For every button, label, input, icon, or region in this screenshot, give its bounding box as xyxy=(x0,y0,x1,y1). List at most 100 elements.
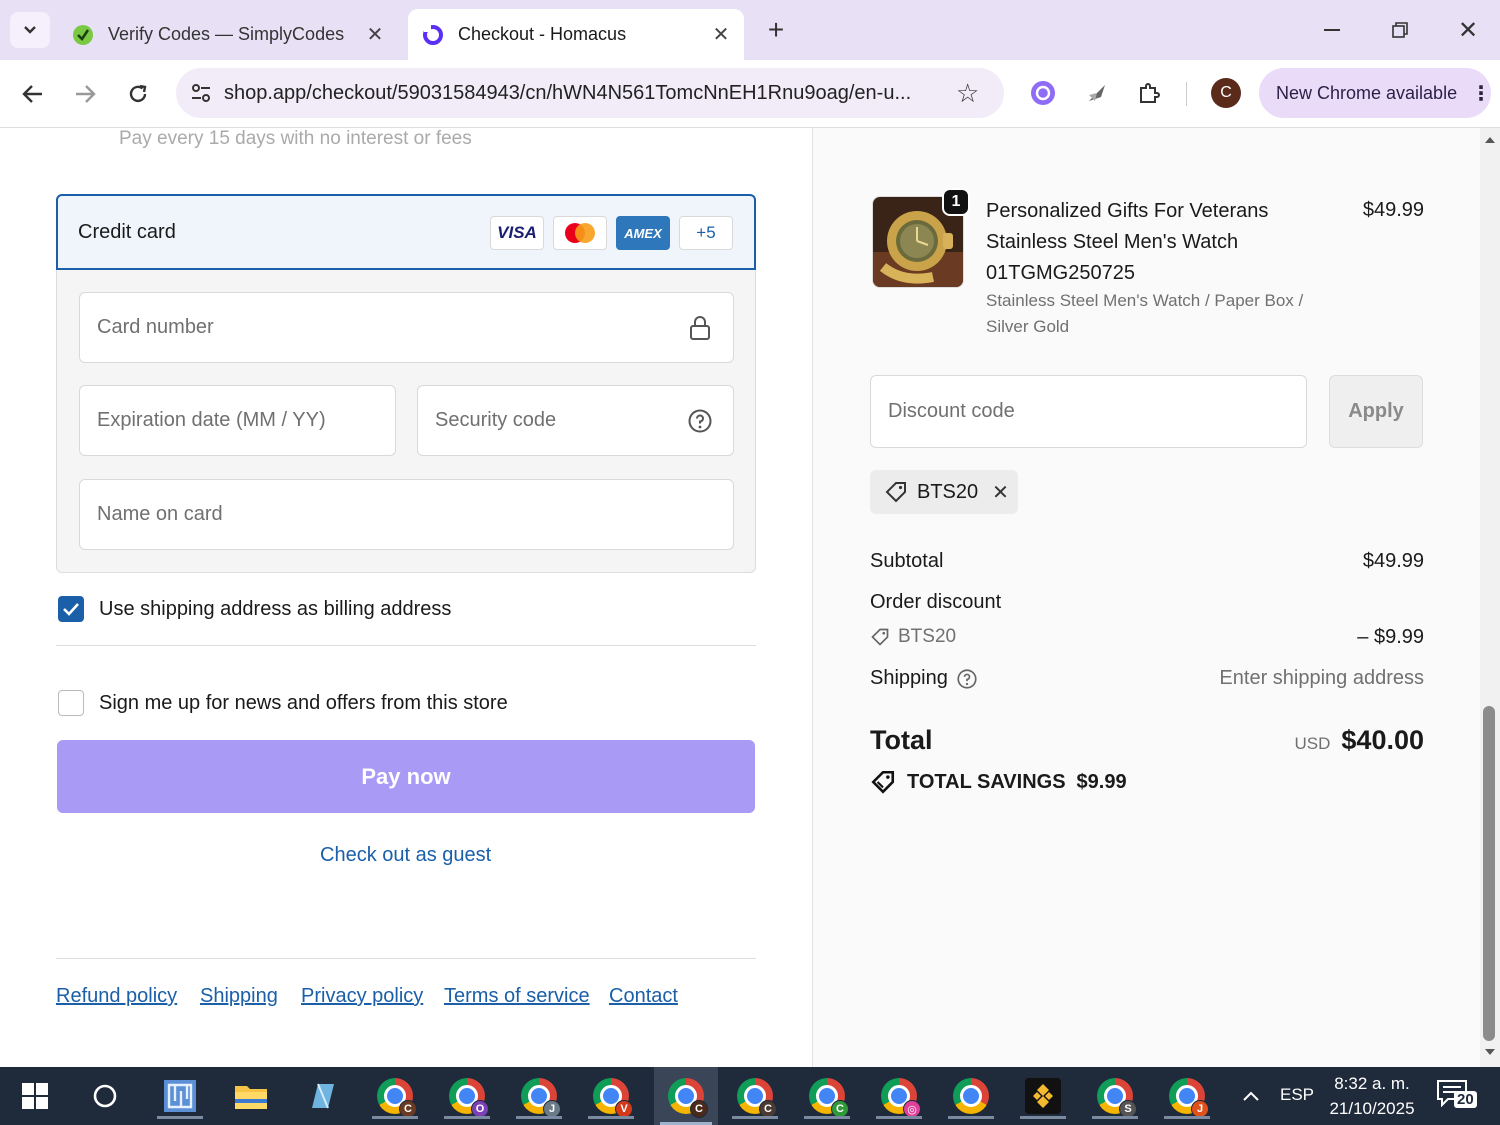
shipping-link[interactable]: Shipping xyxy=(200,985,278,1008)
discount-value: – $9.99 xyxy=(1357,626,1424,648)
clock[interactable]: 8:32 a. m. 21/10/2025 xyxy=(1322,1071,1422,1121)
guest-checkout-link[interactable]: Check out as guest xyxy=(320,844,491,867)
contact-link[interactable]: Contact xyxy=(609,985,678,1008)
tab-strip: Verify Codes — SimplyCodes ✕ Checkout - … xyxy=(0,0,1500,60)
taskbar-app[interactable] xyxy=(293,1073,351,1119)
tray-overflow-icon[interactable] xyxy=(1238,1083,1264,1109)
credit-card-option[interactable]: Credit card VISA AMEX +5 xyxy=(56,194,756,270)
profile-avatar[interactable]: C xyxy=(1211,78,1241,108)
notifications-button[interactable]: 20 xyxy=(1436,1079,1478,1115)
extension-feather-icon xyxy=(1089,85,1105,101)
privacy-policy-link[interactable]: Privacy policy xyxy=(301,985,423,1008)
extensions-menu-button[interactable] xyxy=(1132,76,1166,110)
minimize-button[interactable] xyxy=(1310,14,1354,46)
expiration-field[interactable]: Expiration date (MM / YY) xyxy=(79,385,396,456)
forward-button[interactable] xyxy=(65,74,105,114)
extension-button[interactable] xyxy=(1026,76,1060,110)
folder-icon xyxy=(235,1086,267,1109)
scrollbar-thumb[interactable] xyxy=(1483,706,1495,1041)
help-circle-icon[interactable] xyxy=(957,668,977,689)
card-number-field[interactable]: Card number xyxy=(79,292,734,363)
page-content: Pay every 15 days with no interest or fe… xyxy=(0,128,1500,1067)
restore-icon xyxy=(1392,22,1408,38)
security-code-placeholder: Security code xyxy=(435,409,557,431)
chrome-profile-c3[interactable]: C xyxy=(798,1073,856,1119)
discount-code-input[interactable]: Discount code xyxy=(870,375,1307,448)
bookmark-star-icon[interactable]: ☆ xyxy=(956,78,979,109)
chrome-icon: J xyxy=(521,1078,561,1118)
notification-count: 20 xyxy=(1454,1091,1477,1108)
taskbar-app[interactable] xyxy=(151,1073,209,1119)
chrome-profile-c-active[interactable]: C xyxy=(654,1067,718,1125)
applied-code: BTS20 xyxy=(917,480,979,503)
security-code-field[interactable]: Security code xyxy=(417,385,734,456)
restore-button[interactable] xyxy=(1378,14,1422,46)
chrome-profile-s[interactable]: S xyxy=(1086,1073,1144,1119)
chrome-profile-v[interactable]: V xyxy=(582,1073,640,1119)
running-indicator xyxy=(588,1116,634,1119)
address-bar[interactable]: shop.app/checkout/59031584943/cn/hWN4N56… xyxy=(176,68,1004,118)
url-text[interactable]: shop.app/checkout/59031584943/cn/hWN4N56… xyxy=(224,82,936,105)
chrome-profile-c2[interactable]: C xyxy=(726,1073,784,1119)
reload-button[interactable] xyxy=(118,74,158,114)
chrome-default[interactable] xyxy=(942,1073,1000,1119)
apply-button[interactable]: Apply xyxy=(1329,375,1423,448)
divider xyxy=(56,645,756,646)
tab-simplycodes[interactable]: Verify Codes — SimplyCodes ✕ xyxy=(58,9,398,60)
chrome-icon: C xyxy=(668,1078,708,1118)
close-icon[interactable]: ✕ xyxy=(362,22,388,47)
tab-search-button[interactable] xyxy=(10,12,50,48)
billing-same-checkbox[interactable] xyxy=(58,596,84,622)
help-circle-icon[interactable] xyxy=(688,409,712,433)
product-name: Personalized Gifts For Veterans Stainles… xyxy=(986,196,1268,289)
terms-of-service-link[interactable]: Terms of service xyxy=(444,985,590,1008)
site-info-icon[interactable] xyxy=(190,82,212,104)
chrome-profile-pink[interactable]: ◎ xyxy=(870,1073,928,1119)
scroll-up-icon[interactable] xyxy=(1484,136,1496,144)
simplycodes-icon xyxy=(72,24,94,46)
back-button[interactable] xyxy=(13,74,53,114)
product-variant: Stainless Steel Men's Watch / Paper Box … xyxy=(986,288,1303,340)
pay-now-button[interactable]: Pay now xyxy=(57,740,755,813)
newsletter-checkbox[interactable] xyxy=(58,690,84,716)
footer-divider xyxy=(56,958,756,959)
search-button[interactable] xyxy=(76,1073,134,1119)
window-close-button[interactable]: ✕ xyxy=(1446,14,1490,46)
reload-icon xyxy=(129,84,147,103)
chrome-profile-o[interactable]: O xyxy=(438,1073,496,1119)
new-tab-button[interactable]: + xyxy=(760,14,792,46)
shop-icon xyxy=(422,23,444,46)
refund-policy-link[interactable]: Refund policy xyxy=(56,985,177,1008)
binance-app[interactable] xyxy=(1014,1073,1072,1119)
extension-button[interactable] xyxy=(1080,76,1114,110)
clock-date: 21/10/2025 xyxy=(1329,1099,1415,1118)
more-vert-icon: ⋮ xyxy=(1471,82,1492,105)
discount-code-label: BTS20 xyxy=(898,626,957,647)
subtotal-value: $49.99 xyxy=(1362,550,1424,572)
start-button[interactable] xyxy=(6,1073,64,1119)
close-icon[interactable]: ✕ xyxy=(708,22,734,47)
chrome-profile-j[interactable]: J xyxy=(510,1073,568,1119)
input-language[interactable]: ESP xyxy=(1280,1085,1314,1105)
amex-logo: AMEX xyxy=(616,216,670,250)
tag-icon xyxy=(871,770,895,794)
new-chrome-button[interactable]: New Chrome available ⋮ xyxy=(1259,68,1491,118)
chrome-profile-j2[interactable]: J xyxy=(1158,1073,1216,1119)
quantity-badge: 1 xyxy=(942,188,970,216)
scroll-down-icon[interactable] xyxy=(1484,1048,1496,1056)
remove-discount-icon[interactable]: ✕ xyxy=(992,480,1009,505)
chrome-icon: ◎ xyxy=(881,1078,921,1118)
chrome-profile-c[interactable]: C xyxy=(366,1073,424,1119)
tab-checkout[interactable]: Checkout - Homacus ✕ xyxy=(408,9,744,60)
discount-code-row: BTS20 xyxy=(870,626,956,648)
newsletter-label: Sign me up for news and offers from this… xyxy=(99,692,508,714)
checkmark-icon xyxy=(63,603,79,616)
more-cards-badge: +5 xyxy=(679,216,733,250)
total-savings-row: TOTAL SAVINGS $9.99 xyxy=(870,769,1127,795)
file-explorer-button[interactable] xyxy=(222,1073,280,1119)
product-name-line: Stainless Steel Men's Watch xyxy=(986,231,1239,253)
page-scrollbar[interactable] xyxy=(1480,128,1500,1067)
total-savings-label: TOTAL SAVINGS xyxy=(907,770,1066,793)
name-on-card-field[interactable]: Name on card xyxy=(79,479,734,550)
chrome-icon: S xyxy=(1097,1078,1137,1118)
